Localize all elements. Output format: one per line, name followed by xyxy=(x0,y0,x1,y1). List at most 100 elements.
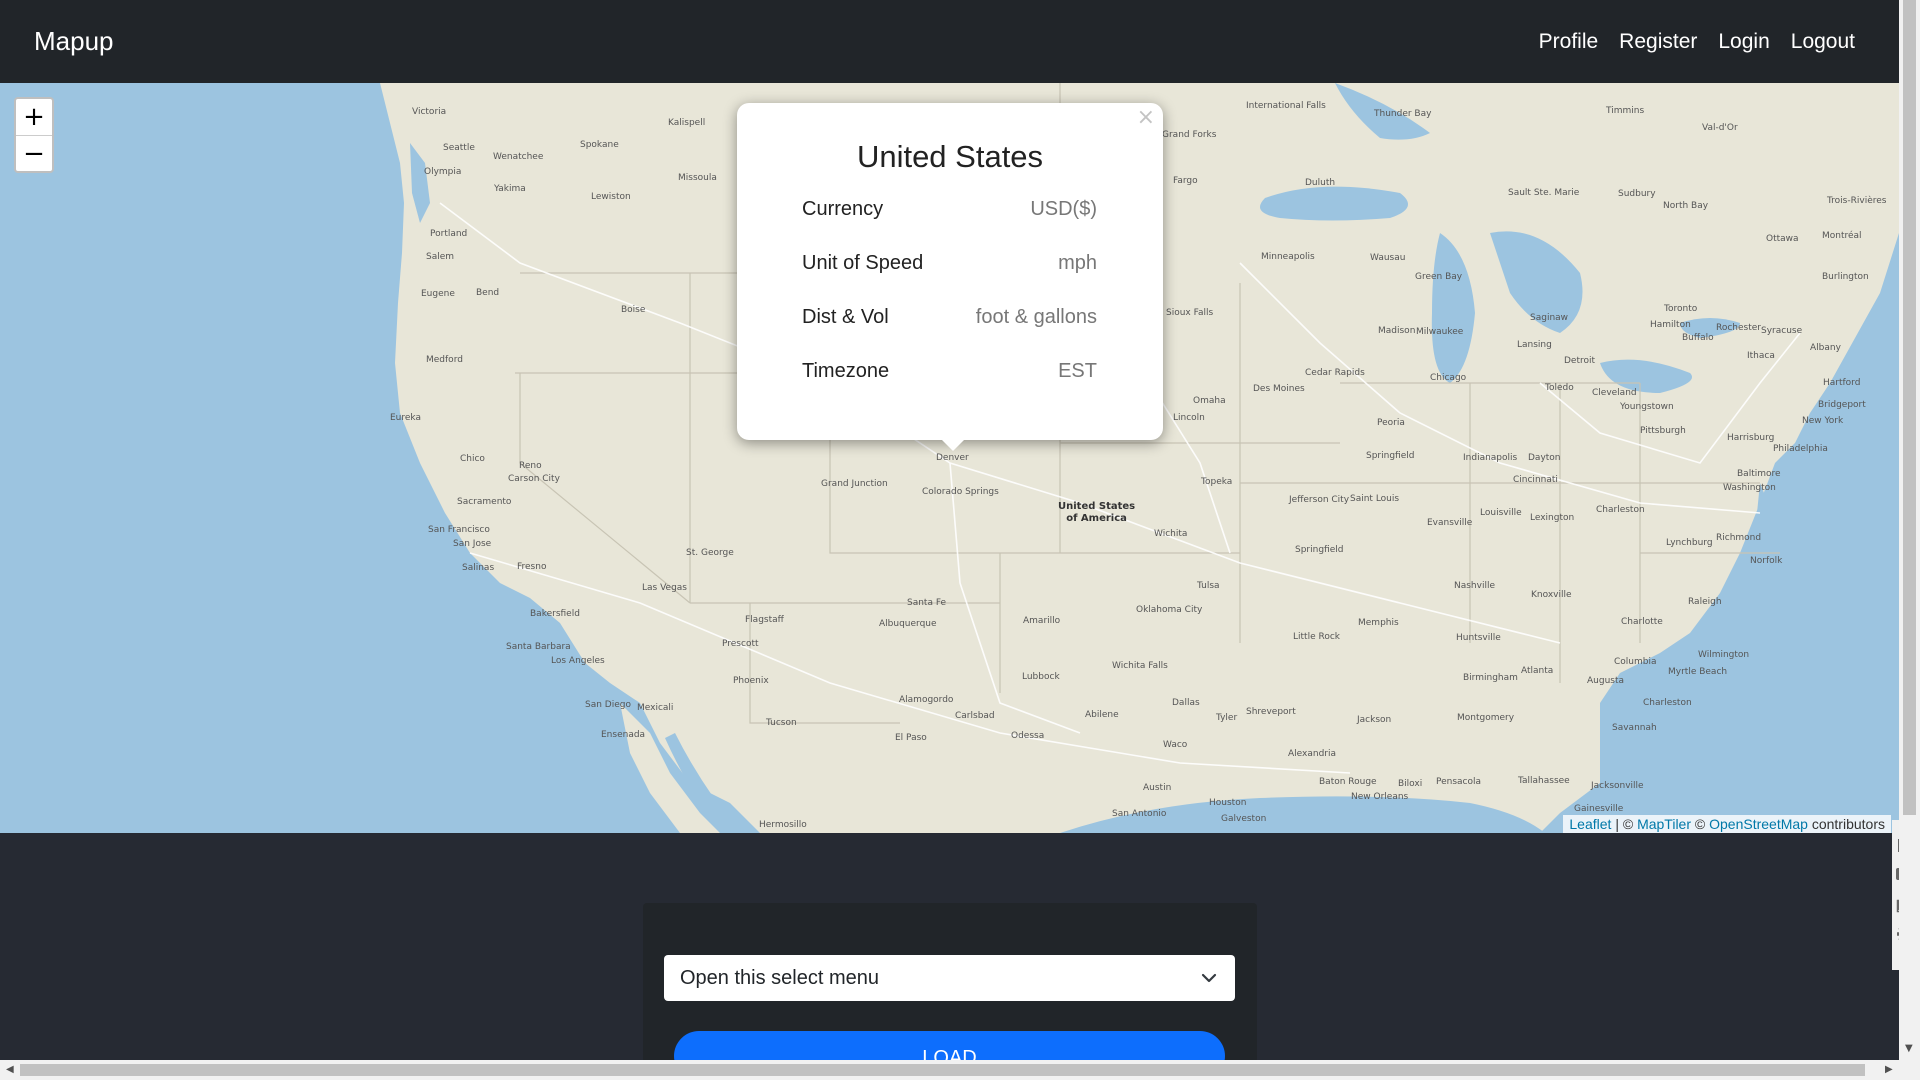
osm-link[interactable]: OpenStreetMap xyxy=(1709,816,1808,832)
map-label-troisrivieres: Trois-Rivières xyxy=(1827,196,1887,206)
map-label-santabarbara: Santa Barbara xyxy=(506,642,571,652)
nav-profile-link[interactable]: Profile xyxy=(1539,30,1599,54)
map-label-knoxville: Knoxville xyxy=(1531,590,1572,600)
map-label-austin: Austin xyxy=(1143,783,1172,793)
map-label-stgeorge: St. George xyxy=(686,548,734,558)
zoom-out-button[interactable]: − xyxy=(16,135,52,171)
nav-register-link[interactable]: Register xyxy=(1619,30,1697,54)
map-label-syracuse: Syracuse xyxy=(1761,326,1803,336)
map-label-timmins: Timmins xyxy=(1606,106,1645,116)
map-label-grandjunction: Grand Junction xyxy=(821,479,888,489)
map-label-fargo: Fargo xyxy=(1173,176,1198,186)
scroll-down-arrow-icon[interactable]: ▼ xyxy=(1905,1043,1913,1054)
map-label-duluth: Duluth xyxy=(1305,178,1336,188)
map-label-greenbay: Green Bay xyxy=(1415,272,1463,282)
map-label-sacramento: Sacramento xyxy=(457,497,512,507)
map-label-albany: Albany xyxy=(1810,343,1841,353)
map-label-portland: Portland xyxy=(430,229,468,239)
brand-logo[interactable]: Mapup xyxy=(34,26,114,57)
map-label-jeffersoncity: Jefferson City xyxy=(1289,495,1350,505)
map-label-louisville: Louisville xyxy=(1480,508,1522,518)
popup-row-value: mph xyxy=(1058,252,1097,274)
map-label-biloxi: Biloxi xyxy=(1398,779,1423,789)
map-label-minneapolis: Minneapolis xyxy=(1261,252,1315,262)
map-label-fresno: Fresno xyxy=(517,562,547,572)
map-label-lincoln: Lincoln xyxy=(1173,413,1205,423)
horizontal-scrollbar[interactable]: ◀ ▶ xyxy=(0,1060,1920,1080)
map-label-waco: Waco xyxy=(1163,740,1188,750)
scroll-right-arrow-icon[interactable]: ▶ xyxy=(1885,1064,1893,1075)
map-label-hamilton: Hamilton xyxy=(1650,320,1691,330)
map-label-sanantonio: San Antonio xyxy=(1112,809,1167,819)
popup-row-value: foot & gallons xyxy=(975,306,1097,328)
map-label-reno: Reno xyxy=(519,461,542,471)
popup-close-button[interactable]: × xyxy=(1137,105,1155,130)
map-label-ottawa: Ottawa xyxy=(1766,234,1799,244)
map-label-chico: Chico xyxy=(460,454,485,464)
map-label-harrisburg: Harrisburg xyxy=(1727,433,1775,443)
navbar: Mapup Profile Register Login Logout xyxy=(0,0,1899,83)
map-label-seattle: Seattle xyxy=(443,143,475,153)
map-label-bridgeport: Bridgeport xyxy=(1818,400,1866,410)
map-label-lynchburg: Lynchburg xyxy=(1666,538,1713,548)
scroll-left-arrow-icon[interactable]: ◀ xyxy=(6,1064,14,1075)
map-label-lansing: Lansing xyxy=(1517,340,1552,350)
map-label-springfield-mo: Springfield xyxy=(1295,545,1344,555)
map-label-mexicali: Mexicali xyxy=(637,703,674,713)
map-label-columbia: Columbia xyxy=(1614,657,1657,667)
map-label-victoria: Victoria xyxy=(412,107,447,117)
map-label-detroit: Detroit xyxy=(1564,356,1596,366)
popup-row-label: Timezone xyxy=(802,360,890,382)
map-label-thunderbay: Thunder Bay xyxy=(1374,109,1432,119)
map-label-wichita: Wichita xyxy=(1154,529,1188,539)
map-label-okc: Oklahoma City xyxy=(1136,605,1203,615)
map-label-dallas: Dallas xyxy=(1172,698,1200,708)
controls-panel: Open this select menu LOAD xyxy=(643,903,1257,1080)
map-label-hermosillo: Hermosillo xyxy=(759,820,807,830)
map-label-littlerock: Little Rock xyxy=(1293,632,1340,642)
map-label-houston: Houston xyxy=(1209,798,1247,808)
map-label-neworleans: New Orleans xyxy=(1351,792,1409,802)
country-select[interactable]: Open this select menu xyxy=(664,955,1235,1001)
map-label-pittsburgh: Pittsburgh xyxy=(1640,426,1686,436)
map-label-intlfalls: International Falls xyxy=(1246,101,1326,111)
map-label-savannah: Savannah xyxy=(1612,723,1657,733)
nav-login-link[interactable]: Login xyxy=(1718,30,1769,54)
map-label-siouxfalls: Sioux Falls xyxy=(1166,308,1214,318)
map-label-jacksonville: Jacksonville xyxy=(1591,781,1644,791)
maptiler-link[interactable]: MapTiler xyxy=(1637,816,1691,832)
nav-logout-link[interactable]: Logout xyxy=(1791,30,1855,54)
map-label-salem: Salem xyxy=(426,252,455,262)
vertical-scroll-thumb[interactable] xyxy=(1903,0,1916,815)
map-label-raleigh: Raleigh xyxy=(1688,597,1722,607)
map-label-yakima: Yakima xyxy=(494,184,526,194)
map-label-dayton: Dayton xyxy=(1528,453,1561,463)
map-label-santafe: Santa Fe xyxy=(907,598,947,608)
map-label-tucson: Tucson xyxy=(766,718,797,728)
nav-links: Profile Register Login Logout xyxy=(1539,30,1855,54)
map-label-valdor: Val-d'Or xyxy=(1702,123,1738,133)
vertical-scrollbar[interactable]: ▼ xyxy=(1899,0,1920,1060)
map-label-norfolk: Norfolk xyxy=(1750,556,1783,566)
map-label-omaha: Omaha xyxy=(1193,396,1226,406)
popup-row-label: Dist & Vol xyxy=(802,306,889,328)
zoom-in-button[interactable]: + xyxy=(16,99,52,135)
map-label-olympia: Olympia xyxy=(424,167,462,177)
popup-title: United States xyxy=(856,139,1044,174)
map-label-carlsbad: Carlsbad xyxy=(955,711,995,721)
map-label-cleveland: Cleveland xyxy=(1592,388,1637,398)
map-label-ithaca: Ithaca xyxy=(1747,351,1775,361)
horizontal-scroll-thumb[interactable] xyxy=(20,1064,1865,1076)
map-label-toronto: Toronto xyxy=(1664,304,1698,314)
map-label-lubbock: Lubbock xyxy=(1022,672,1060,682)
map-label-denver: Denver xyxy=(936,453,969,463)
leaflet-link[interactable]: Leaflet xyxy=(1569,816,1611,832)
map-label-lasvegas: Las Vegas xyxy=(642,583,687,593)
map-label-shreveport: Shreveport xyxy=(1246,707,1296,717)
popup-tip xyxy=(940,438,966,451)
map-label-hartford: Hartford xyxy=(1823,378,1861,388)
map-view[interactable]: Victoria Seattle Olympia Wenatchee Spoka… xyxy=(0,83,1899,833)
map-label-abilene: Abilene xyxy=(1085,710,1119,720)
map-label-springfield-il: Springfield xyxy=(1366,451,1415,461)
map-label-birmingham: Birmingham xyxy=(1463,673,1518,683)
